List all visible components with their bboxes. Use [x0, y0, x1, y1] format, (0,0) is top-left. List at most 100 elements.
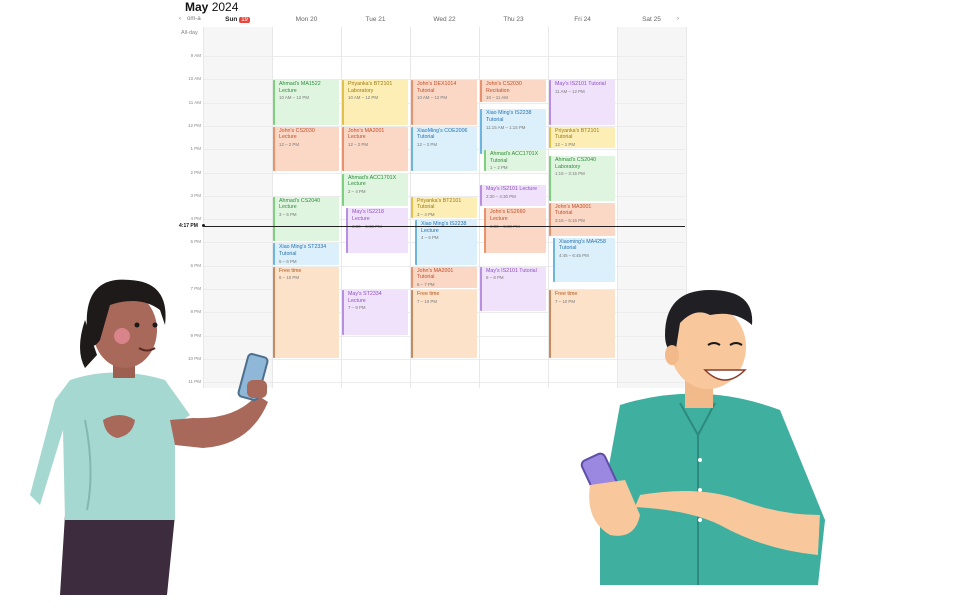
calendar-event[interactable]: Priyanka's BT2101 Tutorial 12 – 1 PM — [549, 126, 615, 149]
event-type: Tutorial — [490, 157, 508, 164]
calendar-event[interactable]: John's MA2001 Lecture 12 – 2 PM — [342, 126, 408, 172]
year-label: 2024 — [211, 0, 239, 14]
event-title: Ahmad's CS2040 — [555, 157, 597, 164]
month-title: May 2024 — [185, 0, 238, 14]
day-header-sat[interactable]: Sat 25 — [617, 16, 686, 23]
hour-gridline — [203, 56, 685, 57]
calendar-event[interactable]: John's MA2001 Tutorial 6 – 7 PM — [411, 266, 477, 288]
event-title: John's MA2001 — [417, 267, 454, 274]
event-title: Xiaoming's MA4258 Tutorial — [559, 238, 606, 252]
event-title: John's ES2660 — [490, 209, 526, 216]
event-time: 12 – 2 PM — [279, 142, 300, 148]
day-name: Sat — [642, 16, 654, 23]
calendar-event[interactable]: Ahmad's ACC1701X Tutorial 1 – 2 PM — [484, 150, 546, 172]
hour-label: 12 PM — [187, 122, 201, 128]
event-time: 12 – 2 PM — [417, 142, 438, 148]
hour-label: 2 PM — [190, 169, 201, 175]
day-date: 24 — [583, 16, 591, 23]
event-title: May's IS2101 Tutorial — [486, 267, 537, 274]
calendar-event[interactable]: John's MA3001 Tutorial 3:15 – 5:15 PM — [549, 202, 615, 236]
day-name: Thu — [503, 16, 517, 23]
hour-label: 5 PM — [190, 239, 201, 245]
event-type: Lecture — [352, 216, 370, 223]
event-title: Priyanka's BT2101 — [348, 81, 393, 88]
event-title: XiaoMing's COE2006 — [417, 127, 468, 134]
event-type: Lecture — [279, 204, 297, 211]
event-type: Lecture — [348, 181, 366, 188]
day-name: Mon — [295, 16, 311, 23]
calendar-event[interactable]: Xiao Ming's ST2334 Tutorial 5 – 6 PM — [273, 243, 339, 265]
woman-with-phone-illustration — [30, 279, 269, 595]
week-header: ‹ om-a › Sun 19 Mon 20 Tue 21 Wed 22 Thu 23 F… — [177, 15, 685, 27]
calendar-event[interactable]: Ahmad's CS2040 Laboratory 1:15 – 3:15 PM — [549, 156, 615, 201]
calendar-event[interactable]: May's ST2334 Lecture 7 – 9 PM — [342, 290, 408, 335]
calendar-event[interactable]: Ahmad's ACC1701X Lecture 2 – 4 PM — [342, 173, 408, 207]
day-header-tue[interactable]: Tue 21 — [341, 16, 410, 23]
event-time: 6 – 8 PM — [486, 275, 504, 281]
hour-label: 3 PM — [190, 192, 201, 198]
today-button[interactable]: om-a — [187, 16, 201, 22]
day-name: Fri — [574, 16, 584, 23]
day-date: 25 — [653, 16, 661, 23]
event-time: 11:15 AM – 1:15 PM — [486, 124, 526, 130]
event-time: 12 – 1 PM — [555, 142, 576, 148]
calendar-event[interactable]: May's IS2101 Lecture 2:30 – 4:30 PM — [480, 185, 546, 207]
hour-label: 11 AM — [188, 99, 201, 105]
calendar-event[interactable]: Xiaoming's MA4258 Tutorial 4:45 – 6:45 PM — [553, 237, 615, 283]
calendar-event[interactable]: John's CS2030 Lecture 12 – 2 PM — [273, 126, 339, 172]
calendar-event[interactable]: John's CS2030 Recitation 10 – 11 AM — [480, 80, 546, 102]
event-time: 1 – 2 PM — [490, 165, 508, 171]
event-title: Ahmad's ACC1701X — [348, 174, 397, 181]
event-time: 3:15 – 5:15 PM — [555, 217, 585, 223]
event-title: John's CS2030 — [486, 81, 522, 88]
day-header-fri[interactable]: Fri 24 — [548, 16, 617, 23]
calendar-event[interactable]: May's IS2101 Tutorial 6 – 8 PM — [480, 266, 546, 312]
event-type: Laboratory — [348, 87, 374, 94]
calendar-event[interactable]: XiaoMing's COE2006 Tutorial 12 – 2 PM — [411, 126, 477, 172]
day-date: 22 — [448, 16, 456, 23]
calendar-event[interactable]: John's ES2660Lecture3:30 – 5:30 PM — [484, 208, 546, 254]
calendar-event[interactable]: Ahmad's CS2040 Lecture 3 – 5 PM — [273, 196, 339, 242]
day-date: 20 — [310, 16, 318, 23]
event-time: 6 – 10 PM — [279, 275, 300, 281]
month-label: May — [185, 0, 209, 14]
event-title: May's IS2101 Tutorial — [555, 81, 606, 88]
event-time: 3 – 4 PM — [417, 211, 435, 217]
hour-label: 10 AM — [188, 76, 201, 82]
event-title: John's CS2030 — [279, 127, 315, 134]
calendar-event[interactable]: Xiao Ming's IS2238 Tutorial 11:15 AM – 1:1… — [480, 109, 546, 155]
calendar-event[interactable]: May's IS2101 Tutorial 11 AM – 12 PM — [549, 80, 615, 125]
event-type: Recitation — [486, 87, 510, 94]
calendar-event[interactable]: Free time 7 – 10 PM — [411, 290, 477, 358]
calendar-event[interactable]: Priyanka's BT2101 Tutorial 3 – 4 PM — [411, 196, 477, 219]
calendar-event[interactable]: May's IS2218Lecture3:30 – 5:30 PM — [346, 208, 408, 254]
event-title: John's DEX1014 — [417, 81, 457, 88]
event-type: Tutorial — [555, 210, 573, 217]
event-time: 6 – 7 PM — [417, 281, 435, 287]
day-header-sun[interactable]: Sun 19 — [203, 16, 272, 23]
event-time: 10 AM – 12 PM — [279, 95, 310, 101]
event-type: Tutorial — [486, 117, 504, 124]
calendar-event[interactable]: Ahmad's MA1522 Lecture 10 AM – 12 PM — [273, 80, 339, 125]
event-time: 1:15 – 3:15 PM — [555, 171, 585, 177]
event-time: 11 AM – 12 PM — [555, 88, 585, 94]
current-time-line — [203, 226, 685, 227]
event-time: 2:30 – 4:30 PM — [486, 193, 516, 199]
event-time: 10 AM – 12 PM — [348, 95, 379, 101]
day-name: Wed — [433, 16, 449, 23]
day-header-thu[interactable]: Thu 23 — [479, 16, 548, 23]
event-type: Lecture — [279, 87, 297, 94]
day-header-wed[interactable]: Wed 22 — [410, 16, 479, 23]
hour-label: 1 PM — [190, 146, 201, 152]
prev-week-button[interactable]: ‹ — [179, 16, 181, 22]
hour-label: 6 PM — [190, 262, 201, 268]
calendar-event[interactable]: John's DEX1014 Tutorial 10 AM – 12 PM — [411, 80, 477, 125]
event-title: Free time — [279, 267, 302, 274]
event-type: Lecture — [490, 216, 508, 223]
man-with-phone-illustration — [580, 290, 825, 585]
calendar-event[interactable]: Priyanka's BT2101 Laboratory 10 AM – 12 PM — [342, 80, 408, 125]
event-title: May's IS2218 — [352, 209, 384, 216]
event-type: Tutorial — [417, 274, 435, 281]
day-header-mon[interactable]: Mon 20 — [272, 16, 341, 23]
event-type: Lecture — [279, 134, 297, 141]
